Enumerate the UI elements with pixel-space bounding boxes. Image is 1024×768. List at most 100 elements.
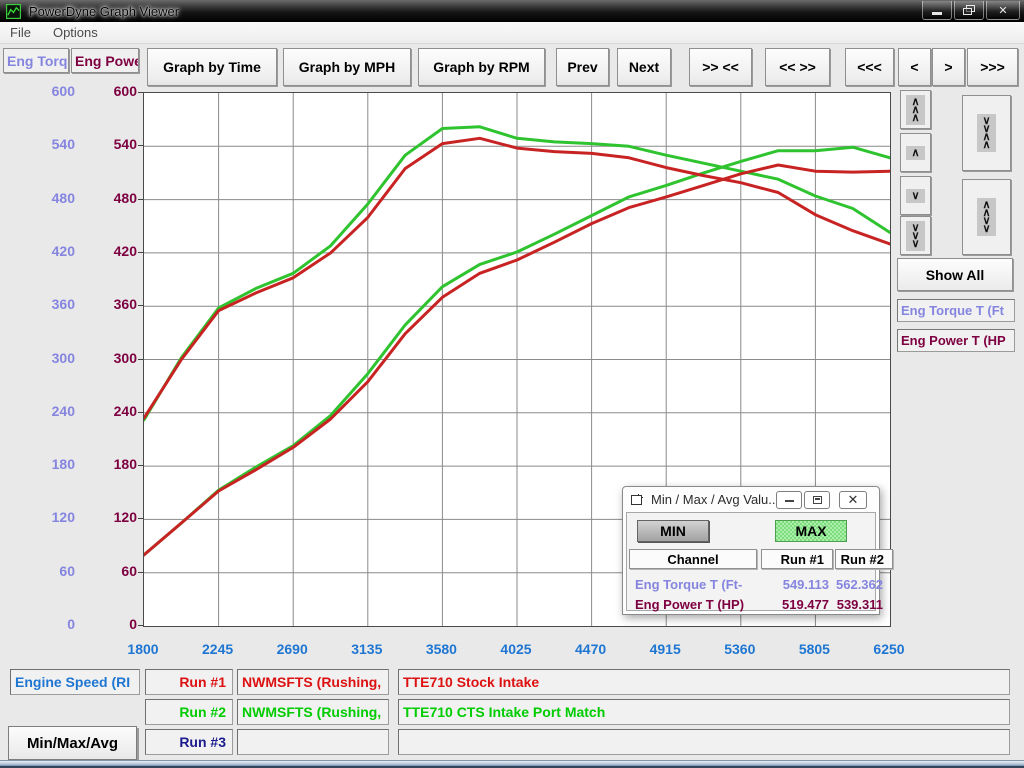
run3-source-box [237,729,389,755]
minmax-dialog-body: MIN MAX Channel Run #1 Run #2 Eng Torque… [626,512,876,611]
run2-label-box: Run #2 [145,699,233,725]
x-tick-label: 1800 [127,641,158,657]
y-tick-mark [138,412,143,413]
scroll-top-button[interactable]: ∧ ∧ ∧ [900,90,931,129]
title-bar: PowerDyne Graph Viewer ✕ [0,0,1024,22]
power-y-tick-label: 0 [82,616,137,632]
y-tick-mark [138,625,143,626]
power-run2-value: 539.311 [831,597,883,612]
pan-right-button[interactable]: > [932,48,965,86]
scroll-down-button[interactable]: ∨ [900,176,931,215]
torque-channel-box[interactable]: Eng Torque T (Ft [897,299,1015,322]
torque-y-tick-label: 0 [20,616,75,632]
max-mode-button[interactable]: MAX [775,520,847,542]
close-icon: ✕ [848,492,859,508]
power-y-tick-label: 60 [82,563,137,579]
show-all-button[interactable]: Show All [897,258,1013,291]
menu-file[interactable]: File [10,25,31,40]
torque-y-tick-label: 540 [20,136,75,152]
restore-button[interactable] [954,1,984,20]
chevron-triple-down-icon: ∨ ∨ ∨ [906,221,924,251]
dialog-minimize-button[interactable] [776,491,802,509]
pan-far-left-button[interactable]: <<< [845,48,894,86]
graph-by-time-button[interactable]: Graph by Time [147,48,277,86]
torque-run2-value: 562.362 [831,577,883,592]
torque-row-label: Eng Torque T (Ft- [635,577,742,592]
dialog-restore-button[interactable] [804,491,830,509]
power-y-tick-label: 360 [82,296,137,312]
power-y-tick-label: 420 [82,243,137,259]
x-tick-label: 3580 [426,641,457,657]
window-title: PowerDyne Graph Viewer [29,4,179,19]
torque-y-tick-label: 60 [20,563,75,579]
menu-bar: File Options [0,22,1024,44]
y-zoom-in-button[interactable]: ∨ ∨ ∧ ∧ [962,95,1011,171]
chevrons-outward-icon: ∧ ∧ ∨ ∨ [977,198,995,236]
run2-source-box: NWMSFTS (Rushing, [237,699,389,725]
y-tick-mark [138,518,143,519]
graph-by-rpm-button[interactable]: Graph by RPM [418,48,545,86]
min-max-avg-button[interactable]: Min/Max/Avg [8,726,137,760]
y-tick-mark [138,572,143,573]
zoom-out-x-button[interactable]: << >> [765,48,830,86]
power-y-tick-label: 300 [82,350,137,366]
min-mode-button[interactable]: MIN [637,520,709,542]
torque-y-tick-label: 420 [20,243,75,259]
x-axis-name-box: Engine Speed (RI [10,669,140,695]
chevron-triple-up-icon: ∧ ∧ ∧ [906,95,924,125]
torque-y-tick-label: 360 [20,296,75,312]
next-button[interactable]: Next [617,48,671,86]
torque-y-tick-label: 240 [20,403,75,419]
x-tick-label: 4025 [500,641,531,657]
power-y-tick-label: 540 [82,136,137,152]
app-icon [6,4,21,19]
power-run1-value: 519.477 [761,597,829,612]
scroll-bottom-button[interactable]: ∨ ∨ ∨ [900,216,931,255]
y-zoom-out-button[interactable]: ∧ ∧ ∨ ∨ [962,179,1011,255]
scroll-up-button[interactable]: ∧ [900,133,931,172]
run1-description-box: TTE710 Stock Intake [398,669,1010,695]
tab-eng-power[interactable]: Eng Powe [71,48,139,73]
power-y-tick-label: 120 [82,509,137,525]
dialog-close-button[interactable]: ✕ [839,491,867,509]
torque-y-tick-label: 480 [20,190,75,206]
y-tick-mark [138,465,143,466]
column-header-channel[interactable]: Channel [629,549,757,569]
minimize-button[interactable] [922,1,952,20]
power-y-tick-label: 240 [82,403,137,419]
column-header-run2[interactable]: Run #2 [835,549,893,569]
chevron-up-icon: ∧ [906,146,924,160]
tab-eng-torque[interactable]: Eng Torq [3,48,69,73]
dialog-page-icon [631,494,644,506]
power-row-label: Eng Power T (HP) [635,597,744,612]
chevron-down-icon: ∨ [906,189,924,203]
x-tick-label: 2690 [277,641,308,657]
torque-y-tick-label: 300 [20,350,75,366]
power-channel-box[interactable]: Eng Power T (HP [897,329,1015,352]
pan-left-button[interactable]: < [898,48,931,86]
graph-by-mph-button[interactable]: Graph by MPH [283,48,411,86]
power-y-tick-label: 180 [82,456,137,472]
torque-run1-value: 549.113 [761,577,829,592]
run3-description-box [398,729,1010,755]
prev-button[interactable]: Prev [556,48,609,86]
run1-source-box: NWMSFTS (Rushing, [237,669,389,695]
x-tick-label: 5805 [799,641,830,657]
minmax-dialog-titlebar[interactable]: Min / Max / Avg Valu... ✕ [623,487,879,512]
close-button[interactable]: ✕ [986,1,1020,20]
y-tick-mark [138,145,143,146]
torque-y-tick-label: 600 [20,83,75,99]
run2-description-box: TTE710 CTS Intake Port Match [398,699,1010,725]
x-tick-label: 4915 [650,641,681,657]
run1-label-box: Run #1 [145,669,233,695]
y-tick-mark [138,199,143,200]
restore-icon [963,5,975,16]
menu-options[interactable]: Options [53,25,98,40]
chevrons-inward-icon: ∨ ∨ ∧ ∧ [977,114,995,152]
zoom-in-x-button[interactable]: >> << [689,48,752,86]
power-y-tick-label: 600 [82,83,137,99]
pan-far-right-button[interactable]: >>> [967,48,1018,86]
y-tick-mark [138,92,143,93]
restore-icon [813,496,822,504]
column-header-run1[interactable]: Run #1 [761,549,833,569]
